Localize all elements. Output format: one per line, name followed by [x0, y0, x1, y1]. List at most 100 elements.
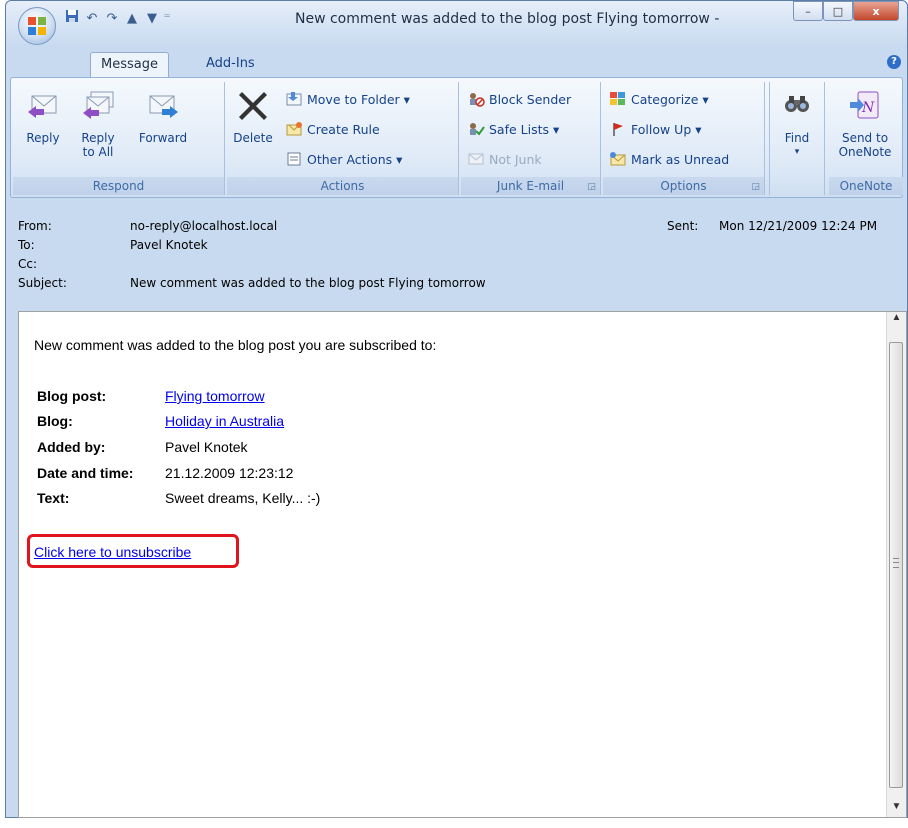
send-to-onenote-label-2: OneNote [838, 145, 892, 159]
scroll-down-icon[interactable]: ▼ [887, 797, 906, 817]
scroll-up-icon[interactable]: ▲ [887, 312, 906, 332]
sent-value: Mon 12/21/2009 12:24 PM [719, 219, 878, 233]
safe-lists-button[interactable]: Safe Lists ▾ [467, 118, 559, 140]
send-to-onenote-button[interactable]: N Send to OneNote [833, 88, 897, 159]
reply-all-button[interactable]: Reply to All [75, 88, 121, 159]
to-label: To: [18, 238, 35, 252]
find-button[interactable]: Find ▾ [776, 88, 818, 159]
detail-label: Text: [37, 490, 70, 506]
reply-all-label-2: to All [82, 145, 114, 159]
svg-text:N: N [861, 100, 875, 116]
group-onenote: N Send to OneNote OneNote [829, 82, 903, 195]
other-actions-button[interactable]: Other Actions ▾ [285, 148, 402, 170]
respond-group-label: Respond [13, 177, 224, 195]
maximize-button[interactable]: □ [823, 1, 853, 21]
create-rule-icon [286, 122, 302, 136]
options-dialog-launcher-icon[interactable]: ◲ [751, 182, 760, 192]
follow-up-label: Follow Up ▾ [631, 121, 702, 137]
message-body[interactable]: New comment was added to the blog post y… [18, 311, 907, 818]
minimize-button[interactable]: – [793, 1, 823, 21]
mark-as-unread-button[interactable]: Mark as Unread [609, 148, 729, 170]
group-respond: Reply Reply to All Forward Respond [13, 82, 225, 195]
from-label: From: [18, 219, 52, 233]
subject-label: Subject: [18, 276, 67, 290]
actions-group-label: Actions [227, 177, 458, 195]
forward-button[interactable]: Forward [133, 88, 193, 145]
delete-icon [239, 92, 267, 120]
delete-button[interactable]: Delete [231, 88, 275, 145]
group-find: Find ▾ [769, 82, 825, 195]
scroll-grip-icon [893, 558, 899, 568]
detail-label: Blog post: [37, 388, 107, 404]
move-to-folder-label: Move to Folder ▾ [307, 91, 410, 107]
follow-up-button[interactable]: Follow Up ▾ [609, 118, 702, 140]
ribbon: Reply Reply to All Forward Respond Delet… [10, 77, 903, 198]
junk-email-group-label: Junk E-mail [461, 177, 600, 195]
blog-link[interactable]: Holiday in Australia [165, 412, 284, 430]
not-junk-button[interactable]: Not Junk [467, 148, 542, 170]
down-arrow-icon[interactable]: ▼ [142, 11, 162, 26]
office-button[interactable] [18, 7, 56, 45]
block-sender-icon [470, 93, 485, 107]
categorize-button[interactable]: Categorize ▾ [609, 88, 709, 110]
intro-text: New comment was added to the blog post y… [34, 337, 437, 353]
send-to-onenote-label-1: Send to [841, 131, 889, 145]
safe-lists-icon [470, 123, 485, 136]
reply-all-icon [83, 91, 114, 119]
help-icon[interactable]: ? [887, 55, 901, 69]
sent-label: Sent: [667, 219, 699, 233]
detail-label: Date and time: [37, 465, 134, 481]
ribbon-tabs: Message Add-Ins ? [6, 47, 907, 77]
reply-label: Reply [26, 131, 60, 145]
reply-button[interactable]: Reply [23, 88, 63, 145]
redo-icon[interactable]: ↷ [102, 11, 122, 26]
tab-message[interactable]: Message [90, 52, 169, 77]
forward-label: Forward [138, 131, 188, 145]
not-junk-icon [468, 153, 484, 165]
save-icon[interactable] [62, 9, 82, 27]
move-to-folder-button[interactable]: Move to Folder ▾ [285, 88, 410, 110]
categorize-icon [610, 92, 625, 105]
blog-post-link[interactable]: Flying tomorrow [165, 387, 265, 405]
scroll-thumb[interactable] [889, 342, 903, 788]
group-options: Categorize ▾ Follow Up ▾ Mark as Unread … [603, 82, 765, 195]
unsubscribe-link[interactable]: Click here to unsubscribe [34, 544, 191, 560]
group-actions: Delete Move to Folder ▾ Create Rule Othe… [227, 82, 459, 195]
detail-value: 21.12.2009 12:23:12 [165, 465, 294, 481]
undo-icon[interactable]: ↶ [82, 11, 102, 26]
close-button[interactable]: x [853, 1, 899, 21]
tab-add-ins[interactable]: Add-Ins [196, 52, 265, 76]
block-sender-button[interactable]: Block Sender [467, 88, 571, 110]
not-junk-label: Not Junk [489, 151, 542, 167]
window-title: New comment was added to the blog post F… [295, 11, 720, 27]
follow-up-flag-icon [613, 123, 623, 136]
from-value[interactable]: no-reply@localhost.local [130, 217, 277, 235]
subject-value: New comment was added to the blog post F… [130, 276, 486, 290]
other-actions-label: Other Actions ▾ [307, 151, 403, 167]
categorize-label: Categorize ▾ [631, 91, 709, 107]
vertical-scrollbar[interactable]: ▲ ▼ [886, 312, 906, 817]
group-junk-email: Block Sender Safe Lists ▾ Not Junk Junk … [461, 82, 601, 195]
binoculars-icon [785, 96, 809, 112]
block-sender-label: Block Sender [489, 91, 572, 107]
find-dropdown-arrow: ▾ [794, 147, 800, 157]
onenote-icon: N [850, 91, 879, 119]
detail-label: Added by: [37, 439, 106, 455]
move-to-folder-icon [286, 92, 302, 106]
create-rule-button[interactable]: Create Rule [285, 118, 380, 140]
title-bar: ↶ ↷ ▲ ▼ ⁼ New comment was added to the b… [6, 1, 907, 45]
detail-value: Pavel Knotek [165, 439, 248, 455]
junk-dialog-launcher-icon[interactable]: ◲ [587, 182, 596, 192]
other-actions-icon [287, 152, 301, 166]
office-logo-icon [28, 17, 46, 35]
find-label: Find [784, 131, 810, 145]
up-arrow-icon[interactable]: ▲ [122, 11, 142, 26]
quick-access-toolbar: ↶ ↷ ▲ ▼ ⁼ [62, 7, 172, 29]
from-row: From: no-reply@localhost.local Sent: Mon… [18, 217, 908, 235]
customize-icon[interactable]: ⁼ [162, 11, 172, 26]
forward-icon [149, 95, 178, 118]
onenote-group-label: OneNote [829, 177, 903, 195]
to-value[interactable]: Pavel Knotek [130, 236, 208, 254]
detail-value: Sweet dreams, Kelly... :-) [165, 490, 321, 506]
mark-unread-icon [610, 152, 626, 166]
